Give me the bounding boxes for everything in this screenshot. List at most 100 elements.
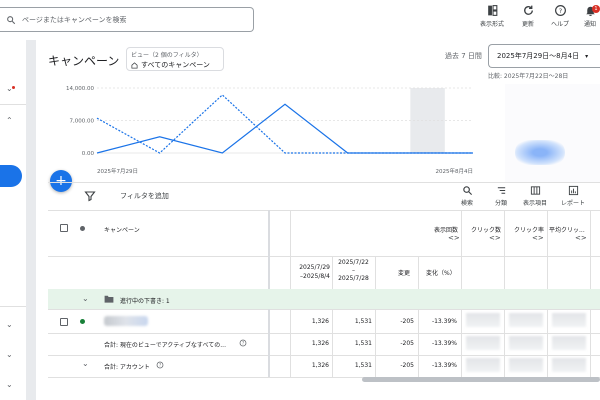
- report-icon: [568, 185, 578, 196]
- chevron-down-icon[interactable]: ⌄: [6, 350, 13, 359]
- help-icon[interactable]: ?: [156, 361, 164, 369]
- rail-divider: [0, 104, 26, 105]
- sub-current-period: 2025/7/29 –2025/8/4: [299, 264, 330, 280]
- tool-columns-label: 表示項目: [522, 200, 547, 207]
- chevron-down-icon[interactable]: ⌄: [6, 380, 13, 389]
- sort-impressions-icon[interactable]: <>: [448, 234, 460, 242]
- rail-active-item[interactable]: [0, 165, 22, 187]
- left-rail: [0, 40, 26, 400]
- row3-change-pct: -13.39%: [431, 362, 457, 369]
- blurred-cell: [466, 358, 500, 372]
- chart-y-tick-label: 14,000.00: [66, 86, 94, 92]
- chart-y-tick-label: 0.00: [82, 151, 95, 157]
- dropdown-icon: ▾: [585, 52, 589, 60]
- table-divider: [48, 355, 600, 356]
- help-icon[interactable]: ?: [239, 339, 247, 347]
- notifications-button[interactable]: 通知 1: [570, 4, 600, 34]
- add-filter-button[interactable]: フィルタを追加: [120, 191, 169, 201]
- col-clicks-header[interactable]: クリック数: [463, 225, 501, 234]
- blurred-cell: [466, 313, 500, 327]
- sub-change: 変更: [398, 270, 411, 277]
- view-format-button[interactable]: 表示形式: [472, 4, 512, 34]
- alert-dot-icon: [12, 86, 15, 89]
- search-input[interactable]: ページまたはキャンペーンを検索: [0, 7, 254, 32]
- status-header-icon: [80, 226, 85, 231]
- notification-badge: 1: [592, 5, 600, 13]
- chevron-down-icon[interactable]: ⌄: [82, 359, 89, 368]
- chevron-down-icon[interactable]: ⌄: [82, 294, 89, 303]
- notifications-label: 通知: [583, 21, 596, 28]
- total-account-label: 合計: アカウント: [104, 364, 150, 371]
- row3-current: 1,326: [311, 362, 329, 369]
- view-selector[interactable]: ビュー（2 個のフィルタ） すべてのキャンペーン: [126, 47, 224, 71]
- chevron-down-icon[interactable]: ⌄: [6, 320, 13, 329]
- campaign-name-link[interactable]: [104, 316, 148, 326]
- horizontal-scrollbar[interactable]: [362, 377, 600, 382]
- svg-text:?: ?: [558, 7, 561, 15]
- blurred-summary-image: [515, 140, 565, 165]
- view-format-icon: [487, 5, 497, 16]
- table-divider: [48, 309, 600, 310]
- chart-highlight-band: [410, 88, 445, 153]
- date-range-value: 2025年7月29日～8月4日: [497, 52, 580, 60]
- row1-change-pct: -13.39%: [431, 318, 457, 325]
- search-icon: [7, 15, 16, 24]
- blurred-cell: [466, 336, 500, 350]
- filter-icon[interactable]: [84, 190, 96, 202]
- col-divider: [418, 256, 419, 377]
- help-icon: ?: [554, 5, 566, 16]
- select-all-checkbox[interactable]: [60, 224, 68, 232]
- col-campaign-header[interactable]: キャンペーン: [104, 225, 140, 234]
- col-impressions-header[interactable]: 表示回数: [420, 225, 458, 234]
- col-ctr-header[interactable]: クリック率: [506, 225, 544, 234]
- sort-clicks-icon[interactable]: <>: [489, 234, 501, 242]
- sort-ctr-icon[interactable]: <>: [532, 234, 544, 242]
- chart-summary-panel: [505, 84, 600, 182]
- sort-avg-cpc-icon[interactable]: <>: [575, 234, 587, 242]
- blurred-cell: [509, 336, 543, 350]
- blurred-cell: [552, 313, 586, 327]
- segment-icon: [497, 187, 505, 194]
- tool-segment[interactable]: 分類: [484, 185, 518, 207]
- svg-text:?: ?: [242, 341, 244, 346]
- col-avg-cpc-header[interactable]: 平均クリッ...: [549, 225, 589, 234]
- col-divider: [375, 256, 376, 377]
- period-label: 過去 7 日間: [445, 52, 482, 60]
- folder-icon: [104, 295, 114, 303]
- chevron-up-icon[interactable]: ⌃: [6, 116, 13, 125]
- row1-current: 1,326: [311, 318, 329, 325]
- table-divider: [48, 256, 600, 257]
- tool-search-label: 検索: [460, 200, 473, 207]
- row-checkbox[interactable]: [60, 318, 68, 326]
- sub-change-pct: 変化（%）: [426, 270, 456, 277]
- date-range-picker[interactable]: 2025年7月29日～8月4日 ▾: [488, 44, 600, 68]
- blurred-cell: [552, 336, 586, 350]
- view-format-label: 表示形式: [479, 21, 504, 28]
- tool-segment-label: 分類: [494, 200, 507, 207]
- table-divider: [48, 333, 600, 334]
- table-divider: [48, 210, 600, 211]
- draft-group-label: 進行中の下書き: 1: [120, 298, 170, 305]
- tool-search[interactable]: 検索: [450, 185, 484, 207]
- page-title: キャンペーン: [48, 54, 120, 68]
- row2-change: -205: [400, 340, 414, 347]
- blurred-cell: [509, 313, 543, 327]
- tool-columns[interactable]: 表示項目: [518, 185, 552, 207]
- refresh-label: 更新: [521, 21, 534, 28]
- row1-prev: 1,531: [354, 318, 372, 325]
- tool-report[interactable]: レポート: [556, 185, 590, 207]
- chart-svg: 14,000.00 7,000.00 0.00 2025年7月29日 2025年8月4日: [66, 86, 473, 175]
- left-scrollbar[interactable]: [26, 40, 36, 400]
- home-icon: [131, 61, 138, 68]
- row2-change-pct: -13.39%: [431, 340, 457, 347]
- row1-change: -205: [400, 318, 414, 325]
- svg-text:?: ?: [159, 363, 161, 368]
- help-label: ヘルプ: [550, 21, 569, 28]
- view-value: すべてのキャンペーン: [141, 61, 210, 69]
- view-value-row: すべてのキャンペーン: [131, 60, 219, 70]
- chart-x-start-label: 2025年7月29日: [97, 167, 138, 175]
- compare-label: 比較: 2025年7月22日～28日: [488, 73, 569, 80]
- sub-previous-period: 2025/7/22 – 2025/7/28: [338, 259, 369, 282]
- blurred-cell: [509, 358, 543, 372]
- row2-prev: 1,531: [354, 340, 372, 347]
